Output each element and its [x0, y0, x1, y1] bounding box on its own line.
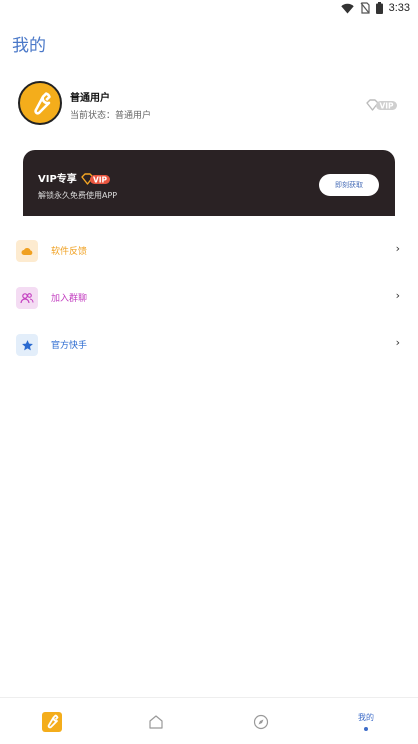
group-icon	[16, 287, 38, 309]
bottom-tab-bar: 我的	[0, 697, 418, 744]
menu-item-label: 加入群聊	[51, 294, 88, 304]
page-title: 我的	[12, 36, 46, 56]
no-sim-icon	[360, 2, 370, 14]
status-icons: 3:33	[340, 2, 410, 14]
wifi-icon	[340, 3, 354, 13]
chevron-right-icon: ›	[395, 242, 400, 255]
menu-item-label: 官方快手	[51, 341, 88, 351]
chevron-right-icon: ›	[395, 289, 400, 302]
username: 普通用户	[70, 93, 110, 104]
star-icon	[16, 334, 38, 356]
tab-mine-label: 我的	[358, 713, 374, 722]
vip-card-tag: VIP	[81, 170, 111, 189]
menu-item-join-group[interactable]: 加入群聊 ›	[0, 275, 418, 319]
menu-item-label: 软件反馈	[51, 247, 88, 257]
vip-card-tag-text: VIP	[93, 176, 108, 185]
menu-item-feedback[interactable]: 软件反馈 ›	[0, 228, 418, 272]
chevron-right-icon: ›	[395, 336, 400, 349]
wrench-tab-icon	[42, 711, 62, 732]
vip-card-subtitle: 解锁永久免费使用APP	[38, 191, 118, 200]
menu-item-official-kuaishou[interactable]: 官方快手 ›	[0, 322, 418, 366]
status-label: 当前状态：	[70, 111, 116, 121]
clock: 3:33	[388, 2, 410, 14]
tab-tools[interactable]	[0, 698, 104, 744]
user-status: 当前状态：普通用户	[70, 108, 151, 121]
vip-card-title: VIP专享	[38, 174, 77, 185]
tab-home[interactable]	[104, 698, 208, 744]
active-tab-indicator	[364, 727, 368, 731]
wrench-icon	[34, 92, 51, 115]
tab-mine[interactable]: 我的	[314, 698, 418, 744]
compass-icon	[253, 714, 269, 729]
avatar[interactable]	[18, 81, 62, 125]
profile-row[interactable]: 普通用户 当前状态：普通用户 VIP	[18, 81, 402, 127]
status-value: 普通用户	[115, 111, 152, 121]
vip-badge-text: VIP	[379, 102, 394, 111]
vip-badge: VIP	[366, 96, 398, 115]
battery-icon	[375, 2, 383, 14]
status-bar: 3:33	[0, 0, 418, 18]
tab-discover[interactable]	[209, 698, 313, 744]
get-vip-button[interactable]: 即刻获取	[319, 174, 379, 196]
home-icon	[149, 714, 163, 729]
vip-card[interactable]: VIP专享 VIP 解锁永久免费使用APP 即刻获取	[23, 150, 395, 216]
cloud-icon	[16, 240, 38, 262]
